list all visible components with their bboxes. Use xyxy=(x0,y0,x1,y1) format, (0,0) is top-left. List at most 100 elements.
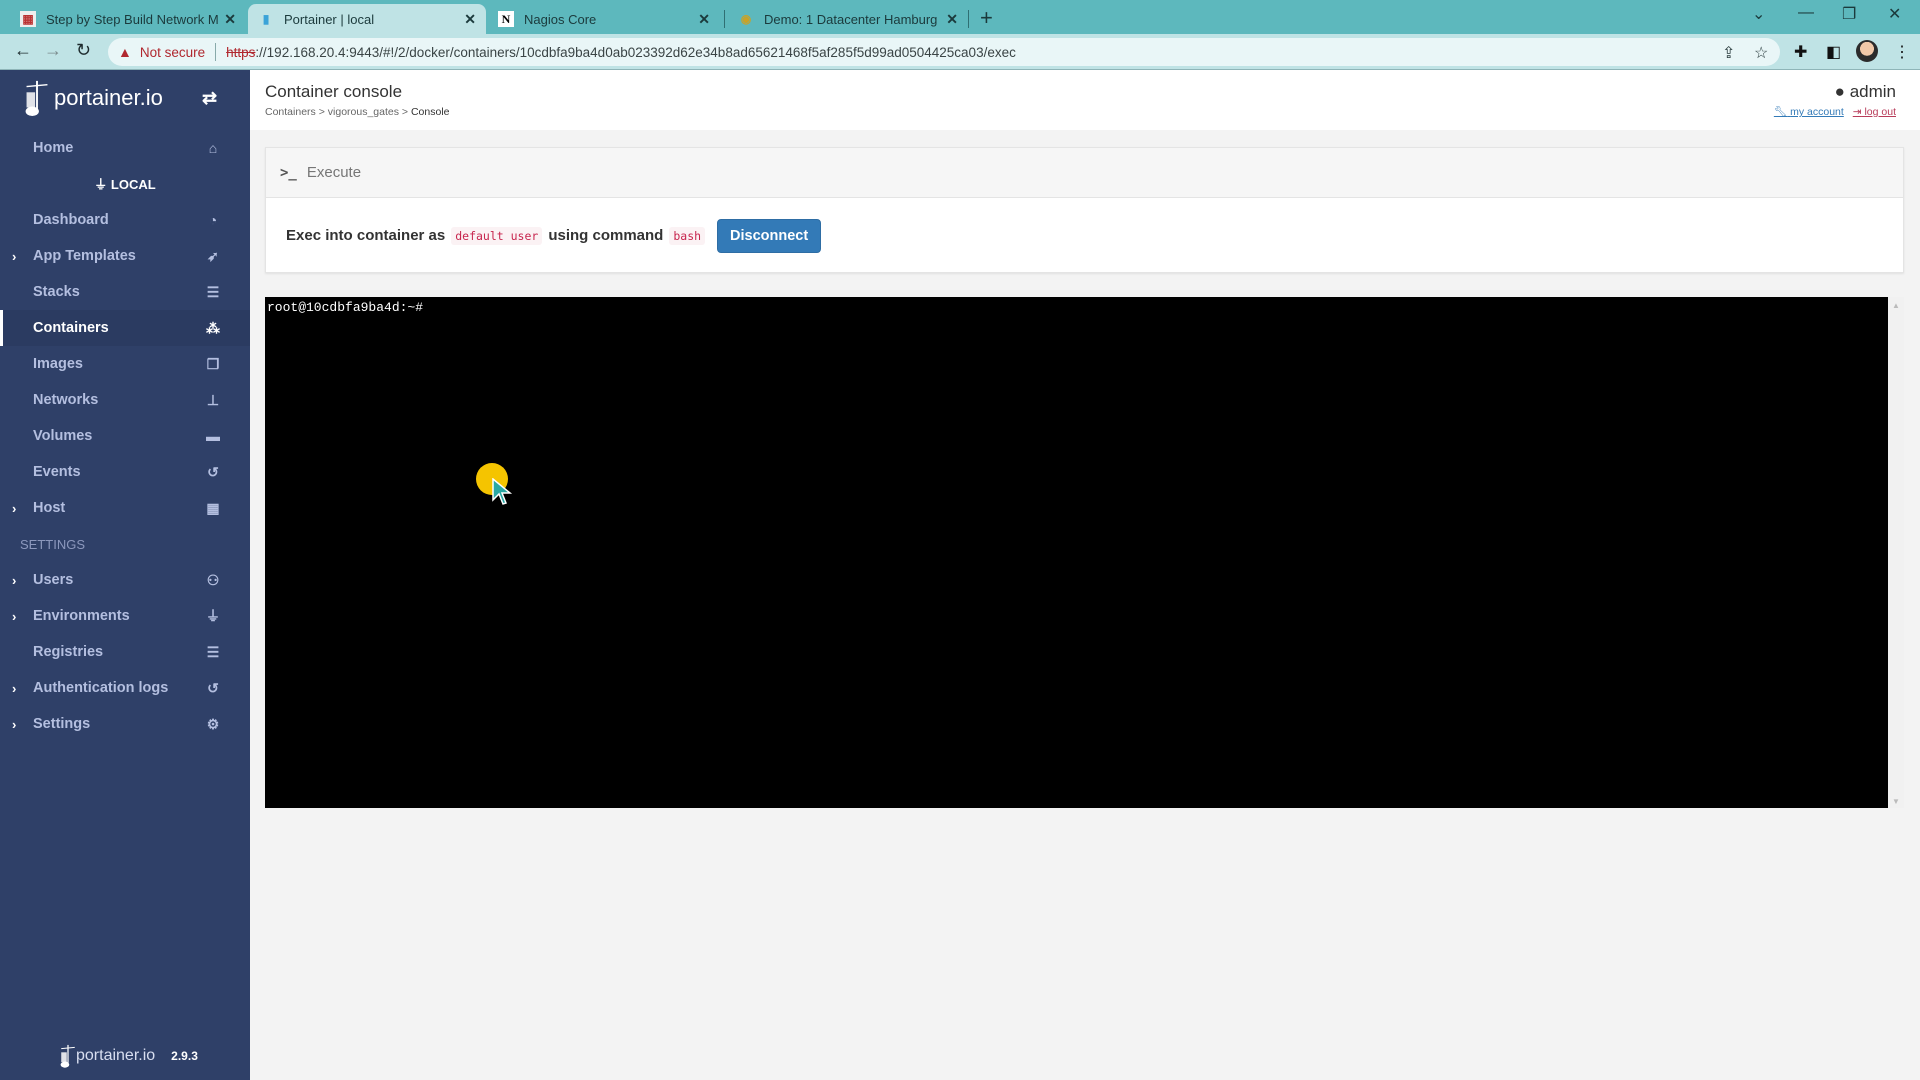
users-icon: ⚇ xyxy=(206,571,220,588)
sidebar-item-host[interactable]: › Host ▦ xyxy=(0,490,250,526)
history-icon: ↺ xyxy=(207,463,219,480)
rocket-icon: ➶ xyxy=(207,247,219,264)
sidebar-item-stacks[interactable]: Stacks ☰ xyxy=(0,274,250,310)
tachometer-icon: ◔ xyxy=(208,212,218,228)
tab-search-icon[interactable]: ⌄ xyxy=(1752,4,1765,24)
portainer-crane-icon xyxy=(25,80,48,117)
th-icon: ▦ xyxy=(206,499,220,516)
sidebar-toggle-icon[interactable]: ⇄ xyxy=(202,88,217,109)
settings-heading: SETTINGS xyxy=(20,537,86,552)
page-title: Container console xyxy=(265,82,403,101)
side-panel-icon[interactable]: ◧ xyxy=(1826,42,1841,62)
close-tab-icon[interactable]: ✕ xyxy=(698,11,710,28)
user-box: ● admin 🔧︎ my account ⇥ log out xyxy=(1774,82,1896,118)
sign-out-icon: ⇥ xyxy=(1852,106,1862,118)
exec-user: default user xyxy=(451,226,543,245)
cogs-icon: ⚙ xyxy=(206,715,220,732)
sidebar-item-environments[interactable]: › Environments ⏚ xyxy=(0,598,250,634)
chevron-right-icon[interactable]: › xyxy=(12,609,16,624)
chevron-right-icon[interactable]: › xyxy=(12,501,16,516)
sidebar-item-networks[interactable]: Networks ⊥ xyxy=(0,382,250,418)
browser-tab[interactable]: ◉ Demo: 1 Datacenter Hamburg (V ✕ xyxy=(728,4,968,34)
sidebar-item-images[interactable]: Images ❐ xyxy=(0,346,250,382)
my-account-link[interactable]: 🔧︎ my account xyxy=(1774,106,1844,118)
execute-widget: >_ Execute Exec into container as defaul… xyxy=(265,147,1904,273)
sitemap-icon: ⊥ xyxy=(206,391,220,408)
close-tab-icon[interactable]: ✕ xyxy=(224,11,236,28)
terminal-prompt: root@10cdbfa9ba4d:~# xyxy=(267,300,424,315)
nagios-favicon-icon: N xyxy=(498,11,514,27)
close-tab-icon[interactable]: ✕ xyxy=(464,11,476,28)
profile-avatar[interactable] xyxy=(1856,40,1878,62)
browser-tab[interactable]: N Nagios Core ✕ xyxy=(488,4,720,34)
tab-divider xyxy=(724,10,725,28)
scroll-up-icon[interactable]: ▲ xyxy=(1892,301,1900,310)
chevron-right-icon[interactable]: › xyxy=(12,717,16,732)
sidebar-item-events[interactable]: Events ↺ xyxy=(0,454,250,490)
plug-icon: ⏚ xyxy=(94,177,111,192)
warning-icon: ▲ xyxy=(118,44,132,60)
page-header: Container console Containers > vigorous_… xyxy=(250,70,1920,130)
wrench-icon: 🔧︎ xyxy=(1773,106,1788,118)
username: admin xyxy=(1849,82,1896,101)
url-text: ://192.168.20.4:9443/#!/2/docker/contain… xyxy=(255,44,1016,60)
breadcrumb: Containers > vigorous_gates > Console xyxy=(265,106,450,118)
widget-header: >_ Execute xyxy=(266,148,1903,198)
breadcrumb-containers[interactable]: Containers xyxy=(265,106,316,118)
user-circle-icon: ● xyxy=(1834,82,1845,101)
sidebar-item-settings[interactable]: › Settings ⚙ xyxy=(0,706,250,742)
address-bar[interactable]: ▲ Not secure https ://192.168.20.4:9443/… xyxy=(108,38,1780,66)
new-tab-button[interactable]: + xyxy=(980,5,993,31)
chevron-right-icon[interactable]: › xyxy=(12,681,16,696)
share-icon[interactable]: ⇪ xyxy=(1722,43,1735,63)
mouse-cursor-icon xyxy=(492,478,513,505)
footer-logo: portainer.io 2.9.3 xyxy=(60,1043,198,1069)
portainer-favicon-icon: ▮ xyxy=(262,12,270,26)
browser-tab-strip: ▦ Step by Step Build Network Mon ✕ ▮ Por… xyxy=(0,0,1920,34)
log-out-link[interactable]: ⇥ log out xyxy=(1853,106,1896,118)
hdd-icon: ▬ xyxy=(206,428,220,444)
address-divider xyxy=(215,43,217,61)
home-icon: ⌂ xyxy=(208,140,218,156)
minimize-icon[interactable]: — xyxy=(1798,4,1814,22)
portainer-logo[interactable]: portainer.io xyxy=(24,78,163,118)
database-icon: ☰ xyxy=(206,643,220,660)
sidebar: portainer.io ⇄ Home ⌂ ⏚ LOCAL Dashboard … xyxy=(0,70,250,1080)
terminal-icon: >_ xyxy=(280,164,297,181)
breadcrumb-container[interactable]: vigorous_gates xyxy=(328,106,399,118)
list-icon: ☰ xyxy=(206,283,220,300)
security-indicator[interactable]: Not secure xyxy=(140,45,205,60)
widget-body: Exec into container as default user usin… xyxy=(266,198,1903,273)
back-icon[interactable]: ← xyxy=(14,40,32,61)
extensions-icon[interactable]: ✚ xyxy=(1794,42,1807,62)
sidebar-item-volumes[interactable]: Volumes ▬ xyxy=(0,418,250,454)
sidebar-item-authentication-logs[interactable]: › Authentication logs ↺ xyxy=(0,670,250,706)
menu-kebab-icon[interactable]: ⋮ xyxy=(1894,42,1910,62)
close-tab-icon[interactable]: ✕ xyxy=(946,11,958,28)
chevron-right-icon[interactable]: › xyxy=(12,249,16,264)
bookmark-star-icon[interactable]: ☆ xyxy=(1754,43,1768,63)
exec-command: bash xyxy=(669,226,706,245)
reload-icon[interactable]: ↻ xyxy=(76,40,91,61)
chevron-right-icon[interactable]: › xyxy=(12,573,16,588)
terminal-scrollbar[interactable]: ▲ ▼ xyxy=(1888,297,1904,808)
sidebar-item-users[interactable]: › Users ⚇ xyxy=(0,562,250,598)
sidebar-item-registries[interactable]: Registries ☰ xyxy=(0,634,250,670)
url-scheme: https xyxy=(226,44,256,60)
browser-tab[interactable]: ▦ Step by Step Build Network Mon ✕ xyxy=(10,4,246,34)
scroll-down-icon[interactable]: ▼ xyxy=(1892,797,1900,806)
browser-tab-active[interactable]: ▮ Portainer | local ✕ xyxy=(248,4,486,34)
widget-title: Execute xyxy=(306,164,362,181)
globe-favicon-icon: ◉ xyxy=(740,12,752,26)
environment-name: ⏚ LOCAL xyxy=(94,177,156,192)
sidebar-item-home[interactable]: Home ⌂ xyxy=(0,130,250,166)
sidebar-item-app-templates[interactable]: › App Templates ➶ xyxy=(0,238,250,274)
close-window-icon[interactable]: ✕ xyxy=(1888,4,1901,24)
terminal-console[interactable]: root@10cdbfa9ba4d:~# xyxy=(265,297,1888,808)
grid-favicon-icon: ▦ xyxy=(20,11,36,27)
forward-icon[interactable]: → xyxy=(44,40,62,61)
restore-icon[interactable]: ❐ xyxy=(1842,4,1856,24)
sidebar-item-dashboard[interactable]: Dashboard ◔ xyxy=(0,202,250,238)
sidebar-item-containers[interactable]: Containers ⁂ xyxy=(0,310,250,346)
disconnect-button[interactable]: Disconnect xyxy=(717,218,822,253)
